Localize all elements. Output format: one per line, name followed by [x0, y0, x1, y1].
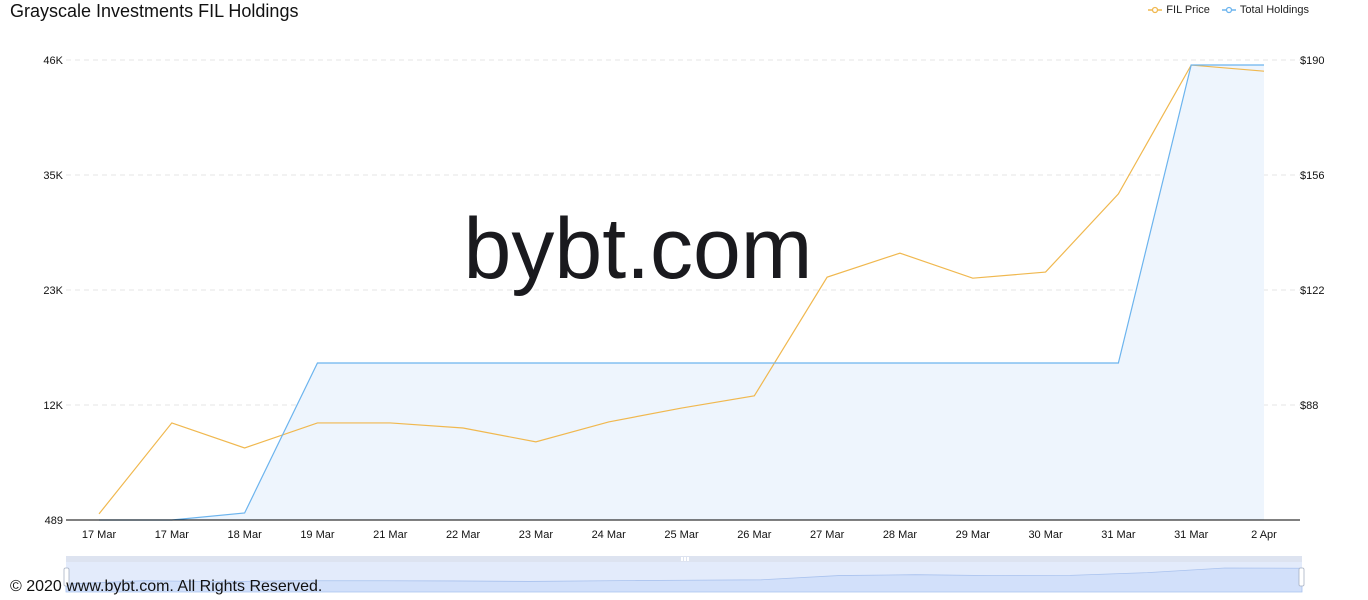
x-tick-label: 21 Mar — [373, 529, 408, 541]
slider-grip-icon — [681, 557, 689, 561]
x-tick-label: 29 Mar — [956, 529, 991, 541]
x-tick-label: 31 Mar — [1174, 529, 1209, 541]
grip-bar — [687, 557, 689, 561]
y-left-tick-label: 35K — [43, 170, 63, 182]
y-left-tick-label: 489 — [45, 515, 63, 527]
x-tick-label: 28 Mar — [883, 529, 918, 541]
x-tick-label: 23 Mar — [519, 529, 554, 541]
copyright-footer: © 2020 www.bybt.com. All Rights Reserved… — [10, 578, 323, 595]
y-right-tick-label: $122 — [1300, 285, 1324, 297]
x-tick-label: 26 Mar — [737, 529, 772, 541]
x-tick-label: 18 Mar — [228, 529, 263, 541]
x-axis-labels: 17 Mar 17 Mar 18 Mar 19 Mar 21 Mar 22 Mar 23 M… — [82, 529, 1277, 541]
grip-bar — [684, 557, 686, 561]
x-tick-label: 27 Mar — [810, 529, 845, 541]
x-tick-label: 19 Mar — [300, 529, 335, 541]
y-right-tick-label: $88 — [1300, 400, 1318, 412]
slider-right-handle[interactable] — [1298, 567, 1305, 587]
x-tick-label: 22 Mar — [446, 529, 481, 541]
y-right-tick-label: $190 — [1300, 55, 1324, 67]
x-tick-label: 25 Mar — [664, 529, 699, 541]
x-tick-label: 30 Mar — [1028, 529, 1063, 541]
watermark: bybt.com — [464, 201, 813, 297]
y-left-tick-label: 12K — [43, 400, 63, 412]
x-tick-label: 31 Mar — [1101, 529, 1136, 541]
chart-canvas: bybt.com 17 Mar 17 Mar 18 Mar 19 Mar 21 Mar 2… — [43, 55, 1324, 593]
y-axis-right-labels: $88 $122 $156 $190 — [1300, 55, 1324, 412]
grip-bar — [681, 557, 683, 561]
x-tick-label: 17 Mar — [82, 529, 117, 541]
x-tick-label: 2 Apr — [1251, 529, 1277, 541]
y-left-tick-label: 46K — [43, 55, 63, 67]
y-axis-left-labels: 489 12K 23K 35K 46K — [43, 55, 63, 527]
y-right-tick-label: $156 — [1300, 170, 1324, 182]
x-tick-label: 17 Mar — [155, 529, 190, 541]
y-left-tick-label: 23K — [43, 285, 63, 297]
x-tick-label: 24 Mar — [592, 529, 627, 541]
